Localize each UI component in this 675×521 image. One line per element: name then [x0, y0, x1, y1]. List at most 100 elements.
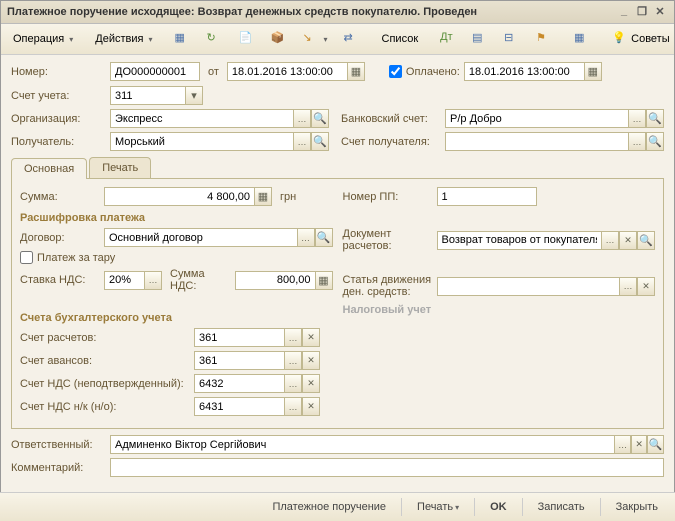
acc-title: Счета бухгалтерского учета: [20, 312, 333, 324]
acc-calc-select-button[interactable]: …: [284, 328, 302, 347]
bank-search-button[interactable]: 🔍: [646, 109, 664, 128]
recipient-select-button[interactable]: …: [293, 132, 311, 151]
org-select-button[interactable]: …: [293, 109, 311, 128]
acc-vat-unconf-clear-button[interactable]: ✕: [302, 374, 320, 393]
toolbar-icon-6[interactable]: ⇄: [337, 27, 367, 51]
minimize-button[interactable]: _: [616, 5, 632, 19]
bottom-bar: Платежное поручение Печать OK Записать З…: [0, 492, 675, 521]
acc-vat-unconf-select-button[interactable]: …: [284, 374, 302, 393]
org-input[interactable]: [110, 109, 293, 128]
cashflow-clear-button[interactable]: ✕: [637, 277, 655, 296]
close-form-button[interactable]: Закрыть: [607, 497, 667, 517]
toolbar-icon-8[interactable]: ▤: [465, 27, 495, 51]
acc-adv-clear-button[interactable]: ✕: [302, 351, 320, 370]
date-input[interactable]: [227, 62, 347, 81]
doc-calc-input[interactable]: [437, 231, 602, 250]
doc-calc-search-button[interactable]: 🔍: [637, 231, 655, 250]
bank-input[interactable]: [445, 109, 628, 128]
account-dropdown-button[interactable]: ▾: [185, 86, 203, 105]
doc-calc-clear-button[interactable]: ✕: [619, 231, 637, 250]
acc-vat-nk-label: Счет НДС н/к (н/о):: [20, 401, 190, 413]
rec-account-select-button[interactable]: …: [628, 132, 646, 151]
vat-sum-calc-button[interactable]: ▦: [315, 271, 333, 290]
advice-button[interactable]: 💡Советы: [605, 27, 675, 51]
dtkt-icon: Дт: [440, 31, 456, 47]
comment-input[interactable]: [110, 458, 664, 477]
resp-label: Ответственный:: [11, 439, 106, 451]
actions-menu[interactable]: Действия: [88, 29, 159, 49]
recipient-input[interactable]: [110, 132, 293, 151]
save-button[interactable]: Записать: [529, 497, 594, 517]
doc-calc-select-button[interactable]: …: [601, 231, 619, 250]
acc-calc-clear-button[interactable]: ✕: [302, 328, 320, 347]
tare-checkbox[interactable]: [20, 251, 33, 264]
calculator-icon: ▦: [318, 274, 328, 287]
contract-select-button[interactable]: …: [297, 228, 315, 247]
resp-select-button[interactable]: …: [614, 435, 631, 454]
tab-main[interactable]: Основная: [11, 158, 87, 179]
rec-account-input[interactable]: [445, 132, 628, 151]
toolbar-icon-7[interactable]: Дт: [433, 27, 463, 51]
toolbar-icon-5[interactable]: ↘: [296, 27, 335, 51]
chevron-down-icon: ▾: [191, 89, 197, 102]
tab-print[interactable]: Печать: [89, 157, 151, 178]
toolbar-icon-3[interactable]: 📄: [232, 27, 262, 51]
acc-vat-nk-input[interactable]: [194, 397, 284, 416]
acc-adv-label: Счет авансов:: [20, 355, 190, 367]
acc-vat-nk-clear-button[interactable]: ✕: [302, 397, 320, 416]
acc-vat-nk-select-button[interactable]: …: [284, 397, 302, 416]
ok-button[interactable]: OK: [481, 497, 516, 517]
close-button[interactable]: ✕: [652, 5, 668, 19]
tare-label: Платеж за тару: [37, 252, 115, 264]
toolbar: Операция Действия ▦ ↻ 📄 📦 ↘ ⇄ Список Дт …: [1, 24, 674, 55]
document-icon: ▦: [175, 31, 191, 47]
paid-date-input[interactable]: [464, 62, 584, 81]
acc-vat-unconf-label: Счет НДС (неподтвержденный):: [20, 378, 190, 390]
toolbar-icon-9[interactable]: ⊟: [497, 27, 527, 51]
acc-adv-select-button[interactable]: …: [284, 351, 302, 370]
resp-clear-button[interactable]: ✕: [631, 435, 648, 454]
sum-input[interactable]: [104, 187, 254, 206]
cashflow-input[interactable]: [437, 277, 620, 296]
toolbar-icon-1[interactable]: ▦: [168, 27, 198, 51]
operation-menu[interactable]: Операция: [6, 29, 80, 49]
acc-vat-unconf-input[interactable]: [194, 374, 284, 393]
number-input[interactable]: [110, 62, 200, 81]
toolbar-icon-2[interactable]: ↻: [200, 27, 230, 51]
vat-sum-input[interactable]: [235, 271, 315, 290]
toolbar-icon-10[interactable]: ⚑: [529, 27, 559, 51]
rec-account-search-button[interactable]: 🔍: [646, 132, 664, 151]
titlebar: Платежное поручение исходящее: Возврат д…: [1, 1, 674, 24]
maximize-button[interactable]: ❐: [634, 5, 650, 19]
sum-calc-button[interactable]: ▦: [254, 187, 272, 206]
contract-input[interactable]: [104, 228, 297, 247]
payorder-button[interactable]: Платежное поручение: [263, 497, 395, 517]
account-input[interactable]: [110, 86, 185, 105]
vat-rate-select-button[interactable]: …: [144, 271, 162, 290]
paid-checkbox[interactable]: [389, 65, 402, 78]
org-search-button[interactable]: 🔍: [311, 109, 329, 128]
toolbar-icon-11[interactable]: ▦: [567, 27, 597, 51]
search-icon: 🔍: [317, 231, 331, 244]
org-label: Организация:: [11, 113, 106, 125]
recipient-search-button[interactable]: 🔍: [311, 132, 329, 151]
toolbar-icon-4[interactable]: 📦: [264, 27, 294, 51]
recipient-label: Получатель:: [11, 136, 106, 148]
acc-calc-input[interactable]: [194, 328, 284, 347]
paid-date-calendar-button[interactable]: ▦: [584, 62, 602, 81]
contract-search-button[interactable]: 🔍: [315, 228, 333, 247]
print-button[interactable]: Печать: [408, 497, 468, 517]
resp-input[interactable]: [110, 435, 614, 454]
date-calendar-button[interactable]: ▦: [347, 62, 365, 81]
acc-adv-input[interactable]: [194, 351, 284, 370]
list-button[interactable]: Список: [375, 29, 426, 49]
pp-input[interactable]: [437, 187, 537, 206]
number-label: Номер:: [11, 66, 106, 78]
bank-select-button[interactable]: …: [628, 109, 646, 128]
resp-search-button[interactable]: 🔍: [647, 435, 664, 454]
cashflow-select-button[interactable]: …: [619, 277, 637, 296]
vat-rate-input[interactable]: [104, 271, 144, 290]
decode-title: Расшифровка платежа: [20, 212, 333, 224]
search-icon: 🔍: [313, 112, 327, 125]
window-title: Платежное поручение исходящее: Возврат д…: [7, 6, 614, 18]
